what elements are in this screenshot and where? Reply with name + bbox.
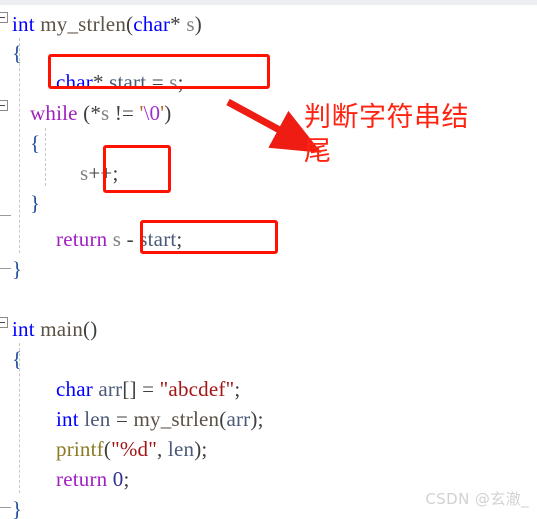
code-token: len: [84, 407, 111, 431]
code-token: "abcdef": [159, 377, 235, 401]
indent-guide-0: [19, 38, 21, 253]
code-token: *: [90, 101, 102, 125]
code-token: -: [121, 227, 140, 251]
code-line-14[interactable]: int len = my_strlen(arr);: [0, 404, 264, 434]
code-token: }: [30, 191, 41, 215]
code-line-6[interactable]: s++;: [0, 158, 119, 188]
code-line-13[interactable]: char arr[] = "abcdef";: [0, 374, 240, 404]
code-token: (: [77, 101, 91, 125]
fold-toggle-while[interactable]: [0, 100, 8, 111]
fold-toggle-my-strlen[interactable]: [0, 12, 8, 23]
code-token: [] =: [122, 377, 160, 401]
code-token: 0: [112, 467, 124, 491]
code-token: );: [250, 407, 264, 431]
code-editor-screenshot: int my_strlen(char* s){char* start = s; w…: [0, 0, 537, 519]
code-token: !=: [109, 101, 140, 125]
code-token: ,: [157, 437, 168, 461]
code-token: *: [170, 12, 181, 36]
code-token: printf: [56, 437, 104, 461]
annotation-string-terminator: 判断字符串结尾: [304, 101, 469, 169]
code-token: (: [103, 437, 112, 461]
code-token: return: [56, 467, 108, 491]
code-token: {: [30, 131, 41, 155]
code-token: arr: [226, 407, 251, 431]
fold-end-tick-0: [0, 215, 11, 216]
code-token: ;: [123, 467, 130, 491]
code-token: int: [12, 317, 35, 341]
highlight-box-increment: [103, 145, 171, 193]
fold-toggle-main[interactable]: [0, 317, 8, 328]
code-token: int: [56, 407, 79, 431]
code-token: ): [194, 12, 202, 36]
highlight-box-start-decl: [48, 54, 270, 89]
code-token: );: [194, 437, 208, 461]
code-token: int: [12, 12, 35, 36]
code-token: ): [164, 101, 172, 125]
csdn-watermark: CSDN @玄澈_: [425, 490, 529, 508]
code-token: }: [12, 497, 23, 519]
code-token: \0: [143, 101, 161, 125]
code-token: "%d": [111, 437, 158, 461]
code-line-9[interactable]: }: [0, 254, 22, 284]
indent-guide-2: [19, 343, 21, 493]
code-token: (): [83, 317, 98, 341]
code-token: main: [40, 317, 84, 341]
fold-end-tick-1: [0, 268, 11, 269]
code-line-15[interactable]: printf("%d", len);: [0, 434, 207, 464]
code-token: s: [186, 12, 195, 36]
code-token: my_strlen: [133, 407, 220, 431]
code-token: while: [30, 101, 78, 125]
code-token: s: [112, 227, 122, 251]
indent-guide-1: [45, 128, 47, 186]
code-token: }: [12, 257, 23, 281]
code-token: len: [167, 437, 195, 461]
code-token: return: [56, 227, 108, 251]
annotation-line-2: 尾: [304, 136, 332, 167]
code-token: char: [56, 377, 93, 401]
highlight-box-return-diff: [140, 220, 278, 254]
code-token: =: [110, 407, 134, 431]
annotation-line-1: 判断字符串结: [304, 102, 469, 133]
code-token: my_strlen: [40, 12, 127, 36]
code-line-10[interactable]: [0, 284, 12, 314]
code-line-1[interactable]: int my_strlen(char* s): [0, 9, 202, 39]
code-line-11[interactable]: int main(): [0, 314, 97, 344]
fold-end-tick-2: [0, 507, 11, 508]
code-token: arr: [98, 377, 123, 401]
code-token: char: [133, 12, 171, 36]
code-line-4[interactable]: while (*s != '\0'): [0, 98, 171, 128]
code-token: ;: [234, 377, 241, 401]
